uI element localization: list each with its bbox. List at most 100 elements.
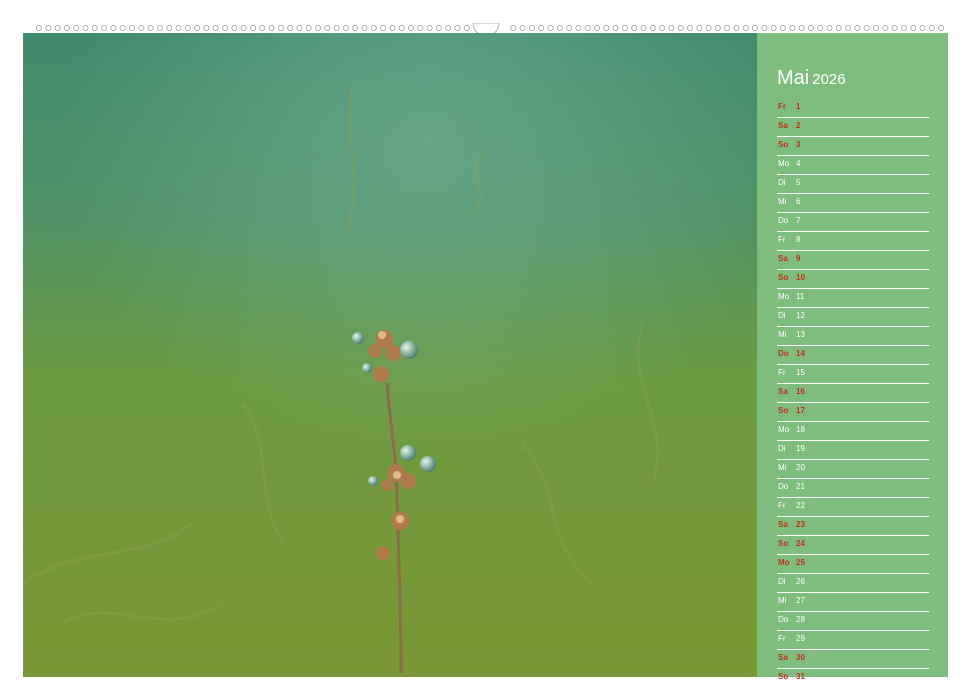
day-name: Di (778, 577, 786, 586)
binding-hole (110, 25, 117, 31)
day-row: Mo 25 (777, 556, 929, 574)
binding-hole (761, 25, 768, 31)
binding-hole (714, 25, 721, 31)
day-number: 6 (796, 197, 801, 206)
binding-hole (333, 25, 340, 31)
binding-hole (101, 25, 108, 31)
binding-hole (445, 25, 452, 31)
binding-hole (314, 25, 321, 31)
binding-hole (556, 25, 563, 31)
day-row: Do 21 (777, 480, 929, 498)
day-number: 1 (796, 102, 801, 111)
binding-hole (175, 25, 182, 31)
day-row: Mo 4 (777, 157, 929, 175)
day-number: 25 (796, 558, 805, 567)
binding-hole (817, 25, 824, 31)
binding-hole (380, 25, 387, 31)
binding-hole (724, 25, 731, 31)
day-number: 29 (796, 634, 805, 643)
binding-hole (807, 25, 814, 31)
day-name: Sa (778, 254, 788, 263)
month-year: 2026 (812, 71, 846, 88)
day-name: Mi (778, 197, 787, 206)
day-name: Fr (778, 102, 786, 111)
binding-hole (854, 25, 861, 31)
day-row: So 17 (777, 404, 929, 422)
binding-hole (370, 25, 377, 31)
day-name: Sa (778, 653, 788, 662)
day-name: Mi (778, 463, 787, 472)
binding-hole (677, 25, 684, 31)
day-number: 12 (796, 311, 805, 320)
day-name: Fr (778, 501, 786, 510)
binding-hole (63, 25, 70, 31)
binding-hole (221, 25, 228, 31)
day-row: Sa 2 (777, 119, 929, 137)
day-name: Sa (778, 121, 788, 130)
binding-hole (649, 25, 656, 31)
day-row: Fr 22 (777, 499, 929, 517)
binding-hole (835, 25, 842, 31)
day-row: So 3 (777, 138, 929, 156)
day-row: Sa 9 (777, 252, 929, 270)
binding-hole (612, 25, 619, 31)
day-number: 15 (796, 368, 805, 377)
binding-hole (389, 25, 396, 31)
day-number: 28 (796, 615, 805, 624)
day-number: 19 (796, 444, 805, 453)
binding-hole (631, 25, 638, 31)
day-number: 23 (796, 520, 805, 529)
day-name: Mi (778, 596, 787, 605)
day-number: 26 (796, 577, 805, 586)
day-name: Fr (778, 634, 786, 643)
binding-hole (789, 25, 796, 31)
binding-hole (184, 25, 191, 31)
binding-hole (454, 25, 461, 31)
binding-hole (863, 25, 870, 31)
binding-hole (259, 25, 266, 31)
day-name: Mi (778, 330, 787, 339)
day-name: So (778, 273, 789, 282)
day-number: 30 (796, 653, 805, 662)
binding-hole (873, 25, 880, 31)
day-row: Di 19 (777, 442, 929, 460)
day-row: Di 12 (777, 309, 929, 327)
binding-hole (287, 25, 294, 31)
binding-hole (780, 25, 787, 31)
day-row: Mo 11 (777, 290, 929, 308)
binding-hole (54, 25, 61, 31)
day-number: 11 (796, 292, 805, 301)
binding-hole (900, 25, 907, 31)
day-number: 20 (796, 463, 805, 472)
binding-hole (277, 25, 284, 31)
day-name: Sa (778, 520, 788, 529)
underwater-plant-photo (23, 23, 757, 677)
binding-hole (305, 25, 312, 31)
day-row: Di 5 (777, 176, 929, 194)
day-row: Fr 29 (777, 632, 929, 650)
binding-hole (249, 25, 256, 31)
day-row: Do 7 (777, 214, 929, 232)
day-name: Sa (778, 387, 788, 396)
binding-hole (910, 25, 917, 31)
binding-hole (519, 25, 526, 31)
binding-hole (435, 25, 442, 31)
binding-hole (575, 25, 582, 31)
day-number: 5 (796, 178, 801, 187)
day-row: Fr 8 (777, 233, 929, 251)
day-number: 4 (796, 159, 801, 168)
binding-hole (212, 25, 219, 31)
binding-hole (138, 25, 145, 31)
day-name: Mo (778, 159, 790, 168)
binding-hole (603, 25, 610, 31)
day-number: 16 (796, 387, 805, 396)
binding-hole (547, 25, 554, 31)
day-number: 8 (796, 235, 801, 244)
binding-hole (742, 25, 749, 31)
day-row: Sa 16 (777, 385, 929, 403)
binding-hole (659, 25, 666, 31)
day-row: Mi 6 (777, 195, 929, 213)
binding-hole (938, 25, 945, 31)
month-name: Mai (777, 67, 810, 89)
day-number: 10 (796, 273, 805, 282)
